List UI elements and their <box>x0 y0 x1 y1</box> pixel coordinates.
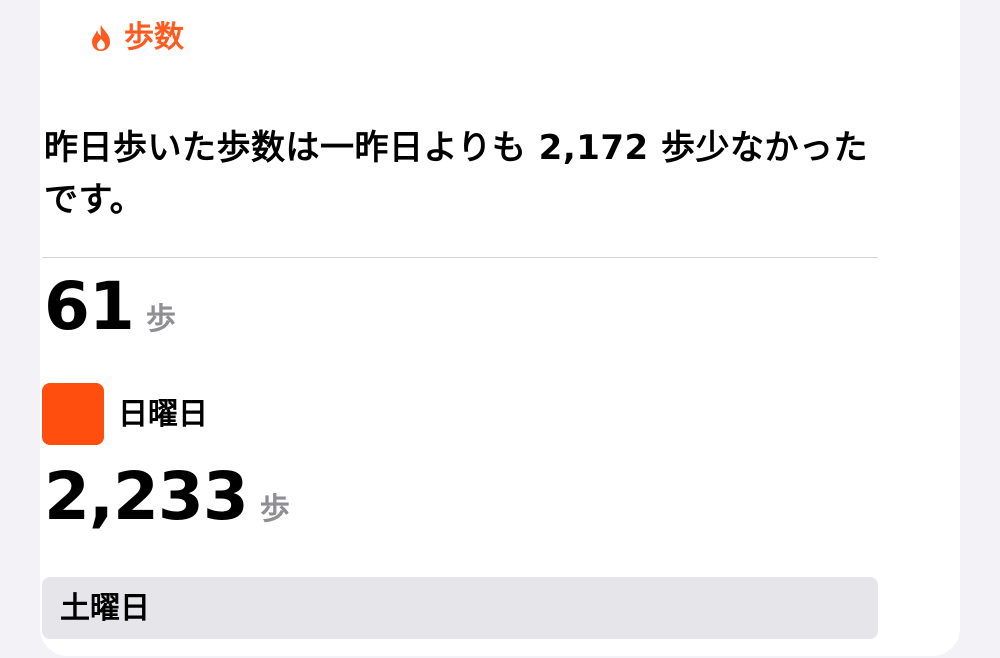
today-steps-unit: 歩 <box>145 302 176 337</box>
today-steps-value: 61 <box>44 268 135 345</box>
steps-card[interactable]: 歩数 <box>40 0 960 656</box>
today-day-label: 日曜日 <box>118 397 208 432</box>
today-steps-bar <box>42 383 104 445</box>
previous-steps-value: 2,233 <box>44 458 249 535</box>
summary-text: 昨日歩いた歩数は一昨日よりも 2,172 歩少なかったです。 <box>44 128 869 220</box>
category-title: 歩数 <box>124 20 184 55</box>
previous-value-row: 2,233 歩 <box>44 452 290 542</box>
previous-steps-unit: 歩 <box>259 492 290 527</box>
flame-icon <box>92 25 110 51</box>
divider <box>42 257 878 258</box>
today-value-row: 61 歩 <box>44 262 176 352</box>
card-header: 歩数 <box>90 18 184 58</box>
previous-steps-bar <box>42 577 878 639</box>
previous-day-label: 土曜日 <box>60 591 150 626</box>
